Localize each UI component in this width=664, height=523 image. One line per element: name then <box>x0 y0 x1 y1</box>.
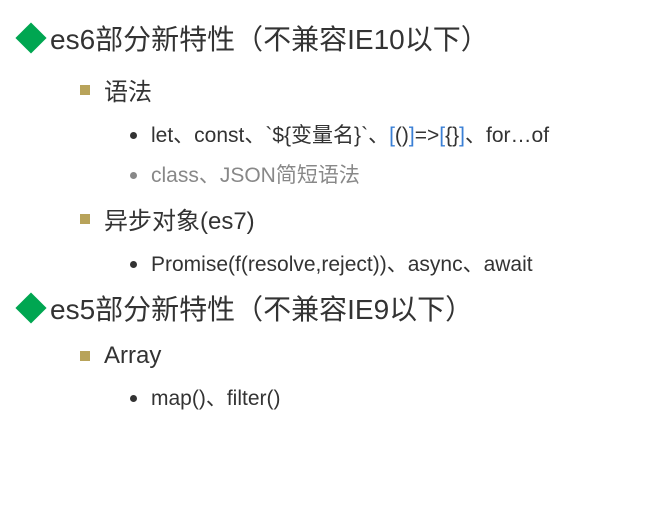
item-class-json-text: class、JSON简短语法 <box>151 159 360 189</box>
item-promise: Promise(f(resolve,reject))、async、await <box>130 248 644 278</box>
square-icon <box>80 214 90 224</box>
item-map-filter: map()、filter() <box>130 382 644 412</box>
square-icon <box>80 351 90 361</box>
bullet-icon <box>130 172 137 179</box>
square-icon <box>80 85 90 95</box>
heading-es5: es5部分新特性（不兼容IE9以下） <box>20 288 644 328</box>
item-promise-text: Promise(f(resolve,reject))、async、await <box>151 248 533 278</box>
subheading-async: 异步对象(es7) <box>80 201 644 236</box>
item-class-json: class、JSON简短语法 <box>130 159 644 189</box>
bullet-icon <box>130 261 137 268</box>
subheading-syntax: 语法 <box>80 72 644 107</box>
subheading-array-text: Array <box>104 342 161 370</box>
item-let-const: let、const、`${变量名}`、[()]=>[{}]、for…of <box>130 119 644 149</box>
diamond-icon <box>15 292 46 323</box>
bullet-icon <box>130 132 137 139</box>
subheading-array: Array <box>80 342 644 370</box>
item-let-const-text: let、const、`${变量名}`、[()]=>[{}]、for…of <box>151 119 549 149</box>
heading-es6: es6部分新特性（不兼容IE10以下） <box>20 18 644 58</box>
bullet-icon <box>130 395 137 402</box>
subheading-async-text: 异步对象(es7) <box>104 201 255 236</box>
heading-es5-text: es5部分新特性（不兼容IE9以下） <box>50 288 473 328</box>
heading-es6-text: es6部分新特性（不兼容IE10以下） <box>50 18 489 58</box>
item-map-filter-text: map()、filter() <box>151 382 281 412</box>
diamond-icon <box>15 22 46 53</box>
outline-root: es6部分新特性（不兼容IE10以下） 语法 let、const、`${变量名}… <box>0 0 664 432</box>
subheading-syntax-text: 语法 <box>104 72 152 107</box>
